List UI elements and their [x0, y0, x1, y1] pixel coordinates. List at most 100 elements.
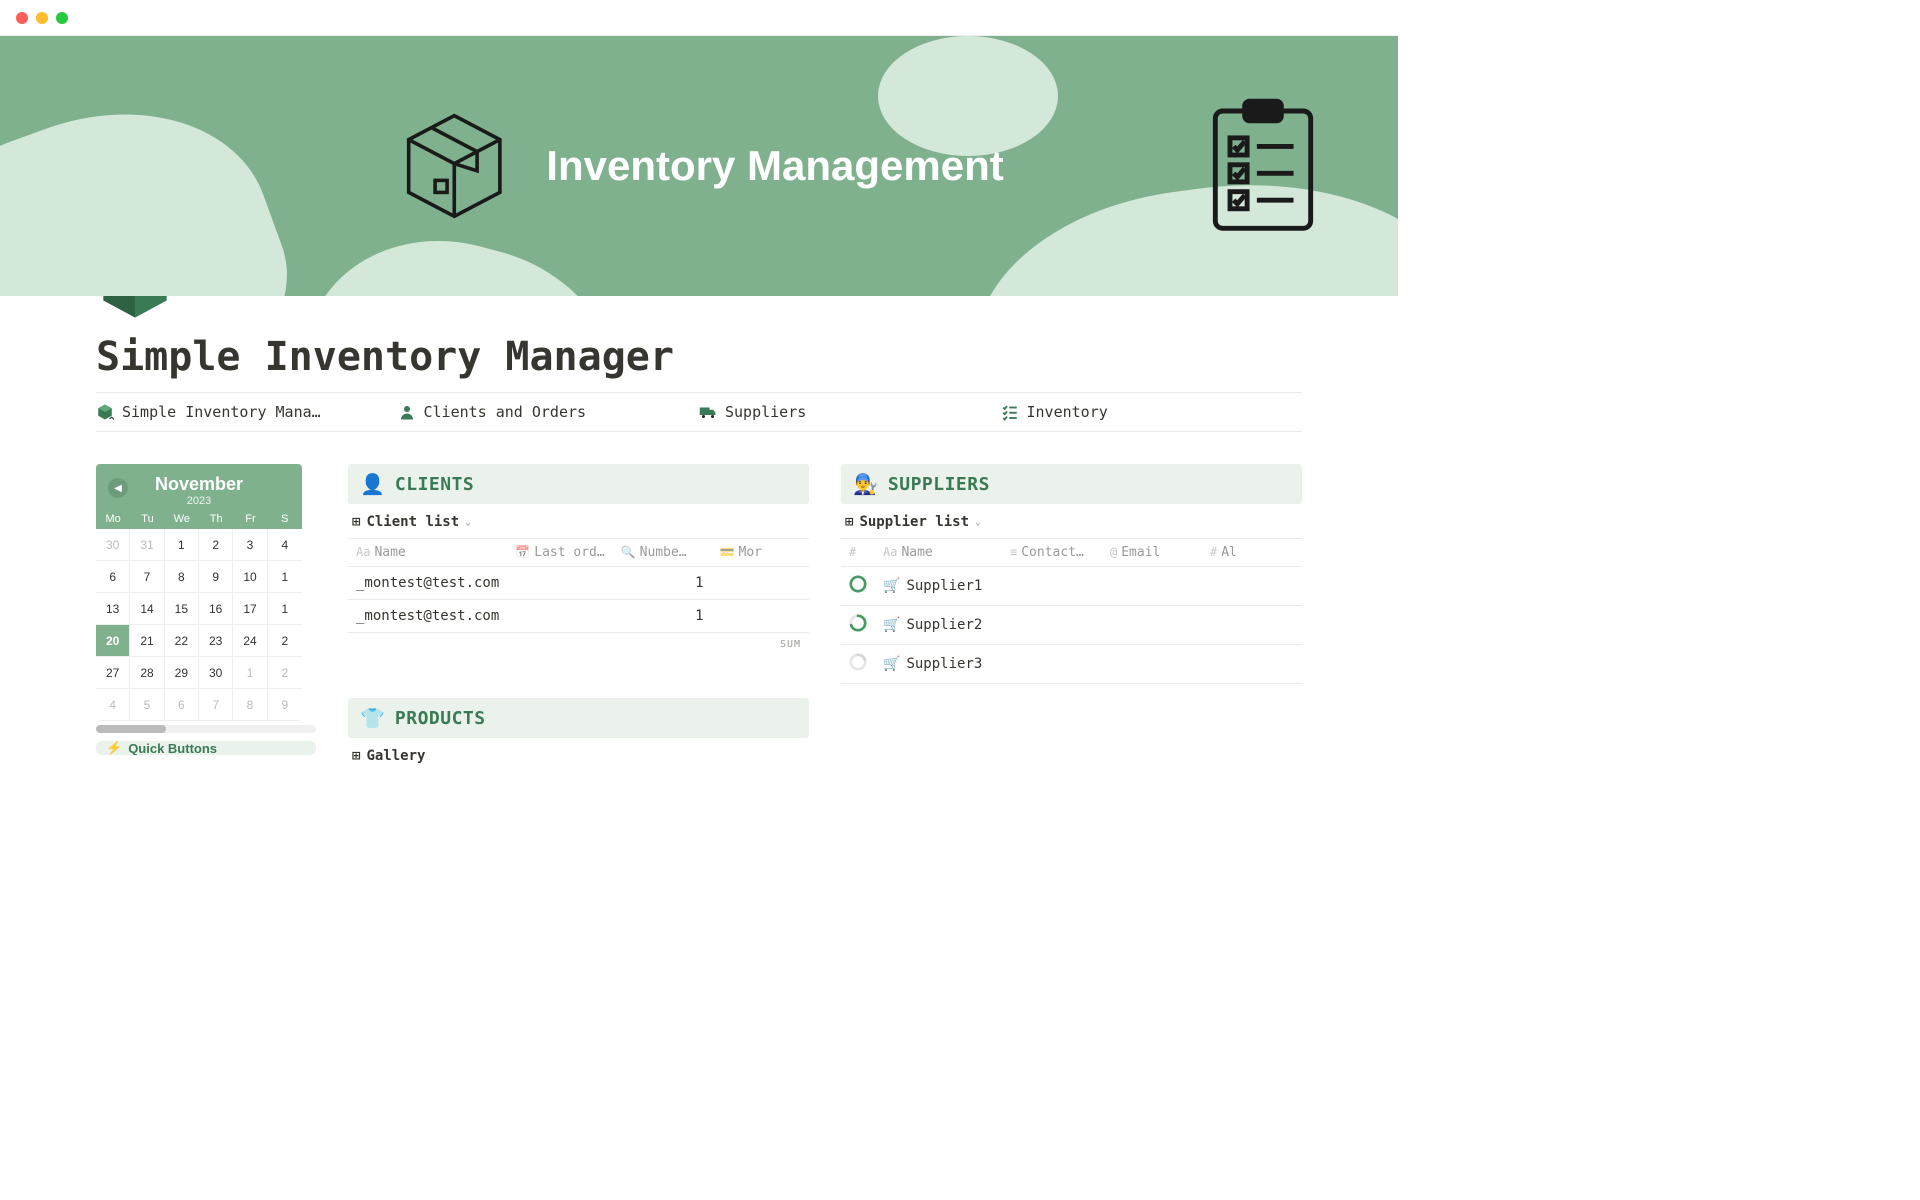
tab-suppliers[interactable]: Suppliers — [699, 403, 1001, 421]
calendar-day[interactable]: 7 — [130, 561, 164, 593]
table-row[interactable]: _montest@test.com1 — [348, 600, 809, 633]
suppliers-database: 👨‍🔧 SUPPLIERS ⊞ Supplier list ⌄ # AaName… — [841, 464, 1302, 684]
page-title: Simple Inventory Manager — [96, 334, 1302, 380]
calendar-day[interactable]: 23 — [199, 625, 233, 657]
col-name[interactable]: AaName — [875, 539, 1002, 567]
progress-ring-icon — [849, 653, 867, 671]
calendar-day[interactable]: 2 — [268, 657, 302, 689]
calendar-day[interactable]: 15 — [165, 593, 199, 625]
person-icon — [398, 403, 416, 421]
tab-simple-inventory-manager[interactable]: Simple Inventory Mana… — [96, 403, 398, 421]
db-title-products: PRODUCTS — [395, 708, 486, 729]
suppliers-view-selector[interactable]: ⊞ Supplier list ⌄ — [841, 504, 1302, 538]
calendar-day[interactable]: 28 — [130, 657, 164, 689]
col-contact[interactable]: ≡Contact… — [1002, 539, 1102, 567]
tab-inventory[interactable]: Inventory — [1001, 403, 1303, 421]
tab-label: Simple Inventory Mana… — [122, 403, 321, 421]
calendar-day[interactable]: 10 — [233, 561, 267, 593]
calendar-hscroll[interactable] — [96, 725, 316, 733]
calendar-day[interactable]: 20 — [96, 625, 130, 657]
calendar-day[interactable]: 6 — [165, 689, 199, 721]
calendar-day[interactable]: 1 — [268, 561, 302, 593]
calendar-day[interactable]: 1 — [165, 529, 199, 561]
clients-database: 👤 CLIENTS ⊞ Client list ⌄ AaName 📅Last o… — [348, 464, 809, 764]
cover-title: Inventory Management — [546, 142, 1003, 190]
silhouette-icon: 👤 — [360, 472, 385, 496]
tab-label: Suppliers — [725, 403, 806, 421]
table-icon: ⊞ — [845, 514, 853, 530]
nav-tabs: Simple Inventory Mana… Clients and Order… — [96, 392, 1302, 432]
calendar-day[interactable]: 27 — [96, 657, 130, 689]
progress-ring-icon — [849, 575, 867, 593]
calendar-day[interactable]: 1 — [233, 657, 267, 689]
chevron-down-icon: ⌄ — [975, 517, 981, 528]
col-money[interactable]: 💳Mor — [712, 539, 809, 567]
quick-buttons-panel[interactable]: ⚡ Quick Buttons — [96, 741, 316, 755]
calendar-day[interactable]: 21 — [130, 625, 164, 657]
tab-label: Clients and Orders — [424, 403, 587, 421]
calendar-day[interactable]: 3 — [233, 529, 267, 561]
calendar-day[interactable]: 7 — [199, 689, 233, 721]
window-close-button[interactable] — [16, 12, 28, 24]
calendar-day[interactable]: 14 — [130, 593, 164, 625]
db-title-suppliers: SUPPLIERS — [888, 474, 990, 495]
page-cover: Inventory Management — [0, 36, 1398, 296]
col-al[interactable]: #Al — [1202, 539, 1302, 567]
window-maximize-button[interactable] — [56, 12, 68, 24]
tab-clients-orders[interactable]: Clients and Orders — [398, 403, 700, 421]
tab-label: Inventory — [1027, 403, 1108, 421]
calendar-year: 2023 — [96, 495, 302, 507]
calendar-day[interactable]: 6 — [96, 561, 130, 593]
clipboard-icon — [1208, 96, 1318, 236]
calendar-day[interactable]: 13 — [96, 593, 130, 625]
products-view-selector[interactable]: ⊞ Gallery — [348, 738, 809, 764]
cart-icon: 🛒 — [883, 578, 900, 594]
calendar-day[interactable]: 4 — [96, 689, 130, 721]
calendar-day[interactable]: 9 — [199, 561, 233, 593]
tshirt-icon: 👕 — [360, 706, 385, 730]
calendar-day[interactable]: 2 — [268, 625, 302, 657]
titlebar — [0, 0, 1398, 36]
col-last-order[interactable]: 📅Last ord… — [507, 539, 612, 567]
table-row[interactable]: _montest@test.com1 — [348, 567, 809, 600]
calendar-day[interactable]: 24 — [233, 625, 267, 657]
truck-icon — [699, 403, 717, 421]
calendar-day[interactable]: 29 — [165, 657, 199, 689]
col-name[interactable]: AaName — [348, 539, 507, 567]
sum-label: SUM — [348, 633, 809, 659]
table-row[interactable]: 🛒Supplier3 — [841, 645, 1302, 684]
worker-icon: 👨‍🔧 — [853, 472, 878, 496]
calendar-day[interactable]: 22 — [165, 625, 199, 657]
clients-view-selector[interactable]: ⊞ Client list ⌄ — [348, 504, 809, 538]
db-title-clients: CLIENTS — [395, 474, 474, 495]
col-email[interactable]: @Email — [1102, 539, 1202, 567]
col-status[interactable]: # — [841, 539, 875, 567]
table-row[interactable]: 🛒Supplier2 — [841, 606, 1302, 645]
cart-icon: 🛒 — [883, 656, 900, 672]
progress-ring-icon — [849, 614, 867, 632]
box-small-icon — [96, 403, 114, 421]
col-number[interactable]: 🔍Numbe… — [613, 539, 712, 567]
calendar-day[interactable]: 31 — [130, 529, 164, 561]
table-row[interactable]: 🛒Supplier1 — [841, 567, 1302, 606]
box-icon — [394, 106, 514, 226]
table-icon: ⊞ — [352, 514, 360, 530]
calendar-day[interactable]: 16 — [199, 593, 233, 625]
cart-icon: 🛒 — [883, 617, 900, 633]
calendar-day[interactable]: 9 — [268, 689, 302, 721]
calendar-day[interactable]: 2 — [199, 529, 233, 561]
calendar-day[interactable]: 30 — [96, 529, 130, 561]
chevron-down-icon: ⌄ — [465, 517, 471, 528]
calendar-day[interactable]: 4 — [268, 529, 302, 561]
lightning-icon: ⚡ — [106, 741, 122, 755]
calendar-day[interactable]: 17 — [233, 593, 267, 625]
calendar-day[interactable]: 5 — [130, 689, 164, 721]
calendar-day[interactable]: 30 — [199, 657, 233, 689]
calendar-day[interactable]: 8 — [165, 561, 199, 593]
gallery-icon: ⊞ — [352, 748, 360, 764]
calendar-day[interactable]: 1 — [268, 593, 302, 625]
checklist-icon — [1001, 403, 1019, 421]
window-minimize-button[interactable] — [36, 12, 48, 24]
calendar-day[interactable]: 8 — [233, 689, 267, 721]
calendar-widget[interactable]: ◀ November 2023 MoTuWeThFrS 303112346789… — [96, 464, 302, 721]
